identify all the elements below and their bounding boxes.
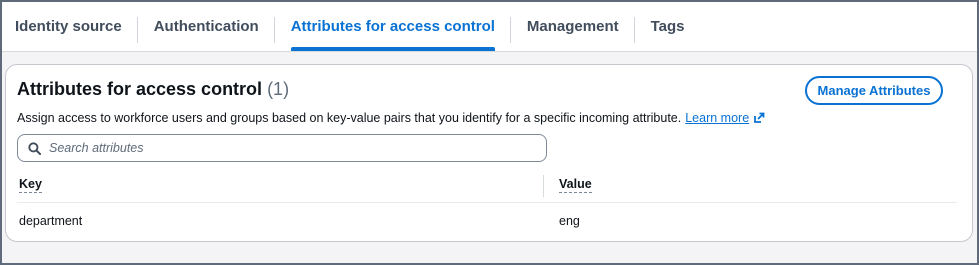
attributes-card: Attributes for access control (1) Manage…: [5, 64, 973, 242]
section-count: (1): [267, 79, 290, 99]
column-header-value[interactable]: Value: [559, 177, 592, 193]
tab-management[interactable]: Management: [511, 2, 635, 51]
section-description: Assign access to workforce users and gro…: [17, 111, 765, 125]
tab-label: Tags: [650, 18, 685, 35]
tab-bar: Identity source Authentication Attribute…: [2, 2, 977, 52]
cell-value: eng: [559, 214, 580, 228]
tab-label: Identity source: [15, 18, 122, 35]
search-attributes-field[interactable]: [17, 134, 547, 162]
tab-label: Authentication: [153, 18, 259, 35]
manage-attributes-button[interactable]: Manage Attributes: [805, 76, 943, 105]
tab-attributes-for-access-control[interactable]: Attributes for access control: [275, 2, 511, 51]
section-title-text: Attributes for access control: [17, 79, 263, 99]
search-icon: [28, 141, 41, 155]
learn-more-link[interactable]: Learn more: [685, 111, 765, 125]
active-tab-indicator: [290, 47, 495, 51]
column-header-key[interactable]: Key: [19, 177, 42, 193]
external-link-icon: [754, 112, 765, 123]
search-input[interactable]: [49, 141, 529, 155]
tab-tags[interactable]: Tags: [635, 2, 701, 51]
header-divider: [17, 202, 957, 203]
section-title: Attributes for access control (1): [17, 79, 289, 100]
cell-key: department: [19, 214, 83, 228]
tab-authentication[interactable]: Authentication: [138, 2, 275, 51]
description-text: Assign access to workforce users and gro…: [17, 111, 682, 125]
manage-attributes-label: Manage Attributes: [817, 83, 931, 98]
tab-label: Attributes for access control: [290, 18, 495, 35]
column-divider[interactable]: [543, 175, 544, 197]
learn-more-label: Learn more: [685, 111, 750, 125]
panel-frame: Identity source Authentication Attribute…: [0, 0, 979, 265]
tab-label: Management: [526, 18, 619, 35]
tab-identity-source[interactable]: Identity source: [2, 2, 138, 51]
